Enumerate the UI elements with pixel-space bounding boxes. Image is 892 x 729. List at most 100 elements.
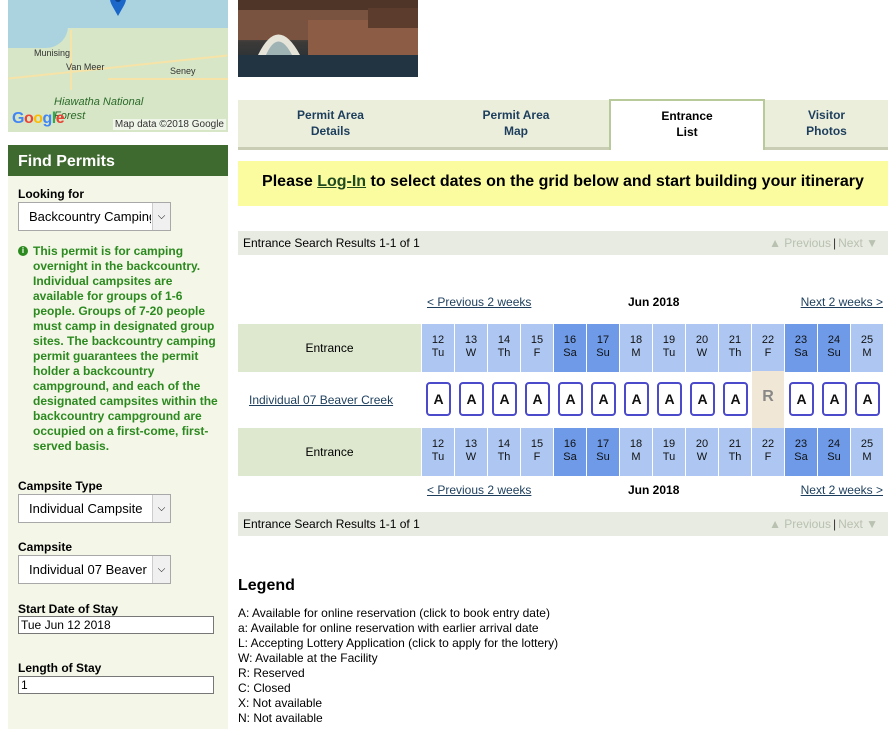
map-road — [70, 30, 72, 90]
availability-cell: A — [554, 371, 586, 428]
day-header-cell: 15 F — [521, 324, 553, 372]
available-date-button[interactable]: A — [822, 382, 847, 416]
day-number: 12 — [431, 438, 445, 450]
day-of-week: Th — [728, 451, 742, 463]
availability-cell: A — [620, 371, 652, 428]
permit-info: i This permit is for camping overnight i… — [18, 244, 223, 454]
pager-separator: | — [832, 236, 837, 250]
day-number: 16 — [563, 438, 577, 450]
next-page-link[interactable]: Next ▼ — [838, 236, 878, 250]
campsite-type-select[interactable]: Individual Campsite ⌵ — [18, 494, 171, 523]
day-number: 23 — [794, 334, 808, 346]
day-header-cell: 19 Tu — [653, 428, 685, 476]
map-pin-icon[interactable] — [109, 0, 127, 16]
results-count: Entrance Search Results 1-1 of 1 — [243, 236, 420, 250]
previous-2-weeks-link[interactable]: < Previous 2 weeks — [427, 483, 531, 497]
map-place-label: Munising — [34, 48, 71, 58]
tab-label: Entrance — [661, 109, 713, 123]
tab-visitor-photos[interactable]: Visitor Photos — [765, 100, 888, 150]
day-header-cell: 21 Th — [719, 324, 751, 372]
day-number: 22 — [761, 334, 775, 346]
previous-page-link[interactable]: ▲ Previous — [769, 517, 831, 531]
day-header-cell: 16 Sa — [554, 428, 586, 476]
legend-item: X: Not available — [238, 696, 323, 710]
day-header-cell: 24 Su — [818, 428, 850, 476]
day-of-week: W — [465, 347, 477, 359]
day-of-week: F — [764, 451, 772, 463]
day-of-week: Tu — [431, 347, 445, 359]
tab-label: Permit Area — [297, 108, 364, 122]
next-2-weeks-link[interactable]: Next 2 weeks > — [801, 483, 883, 497]
length-of-stay-input[interactable] — [18, 676, 214, 694]
start-date-input[interactable] — [18, 616, 214, 634]
legend-title: Legend — [238, 577, 295, 594]
day-number: 12 — [431, 334, 445, 346]
grid-header-bottom: Entrance 12 Tu 13 W 14 Th 15 F 16 Sa 17 Su 18 M 19 Tu 20… — [238, 428, 888, 476]
available-date-button[interactable]: A — [558, 382, 583, 416]
available-date-button[interactable]: A — [459, 382, 484, 416]
available-date-button[interactable]: A — [591, 382, 616, 416]
day-of-week: Sa — [794, 451, 808, 463]
day-header-cell: 25 M — [851, 324, 883, 372]
availability-cell: A — [785, 371, 817, 428]
looking-for-select[interactable]: Backcountry Camping ⌵ — [18, 202, 171, 231]
available-date-button[interactable]: A — [525, 382, 550, 416]
day-of-week: W — [465, 451, 477, 463]
photo-image — [238, 0, 418, 77]
campsite-type-value: Individual Campsite — [29, 501, 143, 516]
site-link[interactable]: Individual 07 Beaver Creek — [249, 393, 393, 407]
day-header-cell: 14 Th — [488, 324, 520, 372]
previous-2-weeks-link[interactable]: < Previous 2 weeks — [427, 295, 531, 309]
available-date-button[interactable]: A — [426, 382, 451, 416]
day-number: 17 — [596, 438, 610, 450]
next-2-weeks-link[interactable]: Next 2 weeks > — [801, 295, 883, 309]
tab-permit-area-map[interactable]: Permit Area Map — [423, 100, 609, 150]
available-date-button[interactable]: A — [789, 382, 814, 416]
day-of-week: M — [631, 451, 641, 463]
available-date-button[interactable]: A — [723, 382, 748, 416]
banner-text: Please — [262, 173, 318, 190]
availability-cell: A — [422, 371, 454, 428]
map-attribution: Map data ©2018 Google — [112, 119, 226, 130]
day-of-week: M — [631, 347, 641, 359]
day-number: 13 — [464, 438, 478, 450]
map-widget[interactable]: Munising Van Meer Seney Hiawatha Nationa… — [8, 0, 228, 132]
availability-cell: A — [587, 371, 619, 428]
day-of-week: Th — [497, 347, 511, 359]
tab-entrance-list[interactable]: Entrance List — [609, 99, 765, 150]
chevron-down-icon: ⌵ — [152, 203, 170, 230]
pager: ▲ Previous | Next ▼ — [769, 231, 878, 255]
available-date-button[interactable]: A — [492, 382, 517, 416]
available-date-button[interactable]: A — [855, 382, 880, 416]
campsite-select[interactable]: Individual 07 Beaver Creek ⌵ — [18, 555, 171, 584]
map-road — [108, 78, 228, 80]
day-header-cell: 19 Tu — [653, 324, 685, 372]
day-of-week: Su — [827, 451, 841, 463]
availability-cell: A — [521, 371, 553, 428]
day-of-week: Th — [497, 451, 511, 463]
map-place-label: Van Meer — [66, 62, 105, 72]
week-nav-top: < Previous 2 weeks Jun 2018 Next 2 weeks… — [238, 295, 888, 311]
availability-cell: A — [455, 371, 487, 428]
availability-cell: A — [719, 371, 751, 428]
reserved-indicator: R — [762, 388, 774, 405]
day-number: 14 — [497, 438, 511, 450]
legend-item: W: Available at the Facility — [238, 651, 378, 665]
day-number: 17 — [596, 334, 610, 346]
day-header-cell: 24 Su — [818, 324, 850, 372]
week-nav-bottom: < Previous 2 weeks Jun 2018 Next 2 weeks… — [238, 483, 888, 499]
day-number: 20 — [695, 438, 709, 450]
tab-permit-area-details[interactable]: Permit Area Details — [238, 100, 423, 150]
login-link[interactable]: Log-In — [317, 173, 366, 190]
available-date-button[interactable]: A — [624, 382, 649, 416]
day-header-cell: 20 W — [686, 324, 718, 372]
available-date-button[interactable]: A — [690, 382, 715, 416]
day-number: 15 — [530, 438, 544, 450]
previous-page-link[interactable]: ▲ Previous — [769, 236, 831, 250]
day-header-cell: 18 M — [620, 428, 652, 476]
available-date-button[interactable]: A — [657, 382, 682, 416]
next-page-link[interactable]: Next ▼ — [838, 517, 878, 531]
availability-cell: A — [818, 371, 850, 428]
day-header-cell: 17 Su — [587, 428, 619, 476]
day-of-week: F — [533, 451, 541, 463]
